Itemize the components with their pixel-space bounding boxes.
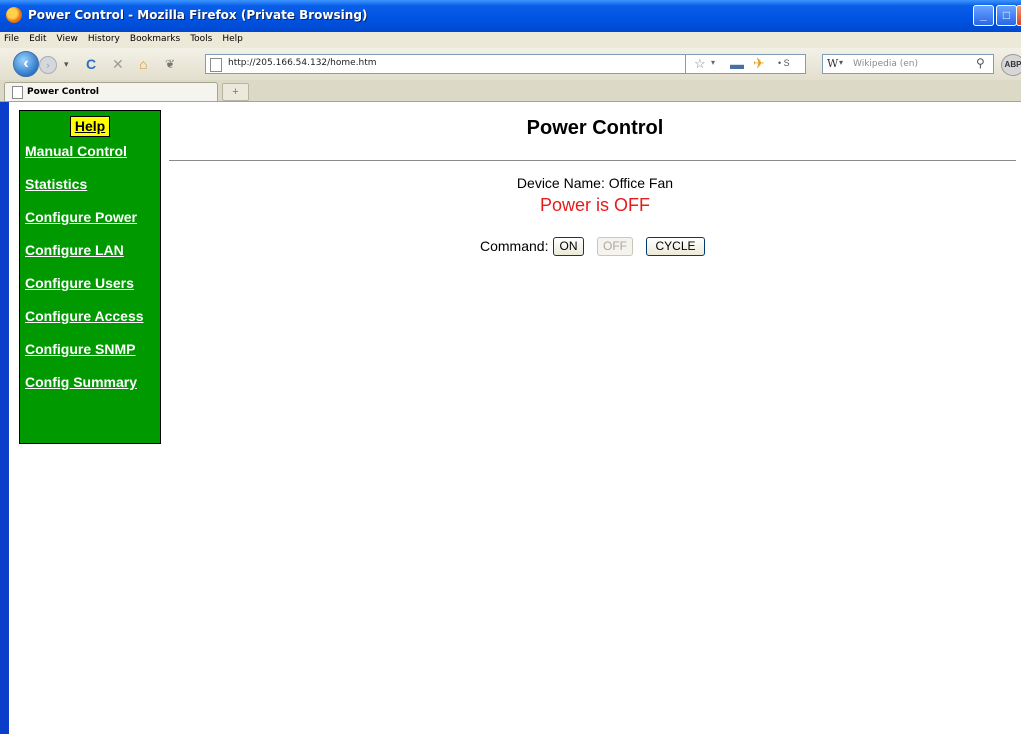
menu-view[interactable]: View [52,32,83,44]
engine-dropdown-icon[interactable]: ▾ [839,58,843,67]
help-link[interactable]: Help [69,116,111,137]
close-button[interactable]: X [1016,5,1021,26]
search-placeholder: Wikipedia (en) [853,59,919,69]
sidebar-item-configure-users[interactable]: Configure Users [25,275,160,308]
tab-strip: Power Control + [0,80,1021,102]
tab-label: Power Control [27,87,99,97]
sidebar-item-configure-lan[interactable]: Configure LAN [25,242,160,275]
menu-file[interactable]: File [0,32,24,44]
sidebar-item-config-summary[interactable]: Config Summary [25,374,160,407]
off-button: OFF [597,237,633,256]
new-tab-button[interactable]: + [222,83,249,101]
print-icon[interactable]: ▬ [730,56,744,72]
menu-bar: File Edit View History Bookmarks Tools Help [0,32,1021,48]
stop-icon[interactable]: ✕ [112,55,124,73]
page-icon [210,58,222,72]
address-url[interactable]: http://205.166.54.132/home.htm [228,58,377,68]
firefox-logo-icon [6,7,22,23]
sidebar-item-configure-access[interactable]: Configure Access [25,308,160,341]
menu-tools[interactable]: Tools [185,32,217,44]
menu-edit[interactable]: Edit [24,32,51,44]
tab-power-control[interactable]: Power Control [4,82,218,101]
stumble-icon[interactable]: • S [778,58,790,68]
sidebar-item-manual-control[interactable]: Manual Control [25,143,160,176]
window-title: Power Control - Mozilla Firefox (Private… [28,8,368,22]
menu-help[interactable]: Help [217,32,248,44]
minimize-button[interactable]: _ [973,5,994,26]
page-icon [12,86,23,99]
search-go-icon[interactable]: ⚲ [976,56,985,70]
maximize-button[interactable]: □ [996,5,1017,26]
back-icon[interactable]: ‹ [13,51,39,77]
menu-history[interactable]: History [83,32,125,44]
command-label: Command: [480,238,549,254]
adblock-icon[interactable]: ABP [1001,54,1021,76]
sidebar-item-configure-snmp[interactable]: Configure SNMP [25,341,160,374]
power-status: Power is OFF [539,195,650,215]
addon-icon[interactable]: ✈ [753,55,765,72]
history-dropdown-icon[interactable]: ▾ [64,55,69,73]
forward-icon[interactable]: › [39,56,57,74]
window-titlebar: Power Control - Mozilla Firefox (Private… [0,0,1021,32]
home-icon[interactable]: ⌂ [139,55,147,73]
sidebar-item-statistics[interactable]: Statistics [25,176,160,209]
page-title: Power Control [526,117,664,139]
wikipedia-engine-icon[interactable]: W [827,57,838,70]
paw-icon[interactable]: ❦ [165,55,175,73]
search-bar[interactable]: W ▾ Wikipedia (en) [822,54,994,74]
page-content: Help Manual Control Statistics Configure… [9,102,1021,734]
sidebar-nav: Help Manual Control Statistics Configure… [19,110,161,444]
address-bar-end: ☆ ▾ ▬ ✈ • S [686,54,806,74]
reload-icon[interactable]: C [86,55,96,73]
device-name: Device Name: Office Fan [516,175,674,191]
bookmark-star-icon[interactable]: ☆ [694,56,706,72]
menu-bookmarks[interactable]: Bookmarks [125,32,185,44]
url-dropdown-icon[interactable]: ▾ [711,58,715,67]
sidebar-item-configure-power[interactable]: Configure Power [25,209,160,242]
title-divider [169,160,1016,161]
address-bar[interactable]: http://205.166.54.132/home.htm [205,54,686,74]
on-button[interactable]: ON [553,237,584,256]
cycle-button[interactable]: CYCLE [646,237,705,256]
